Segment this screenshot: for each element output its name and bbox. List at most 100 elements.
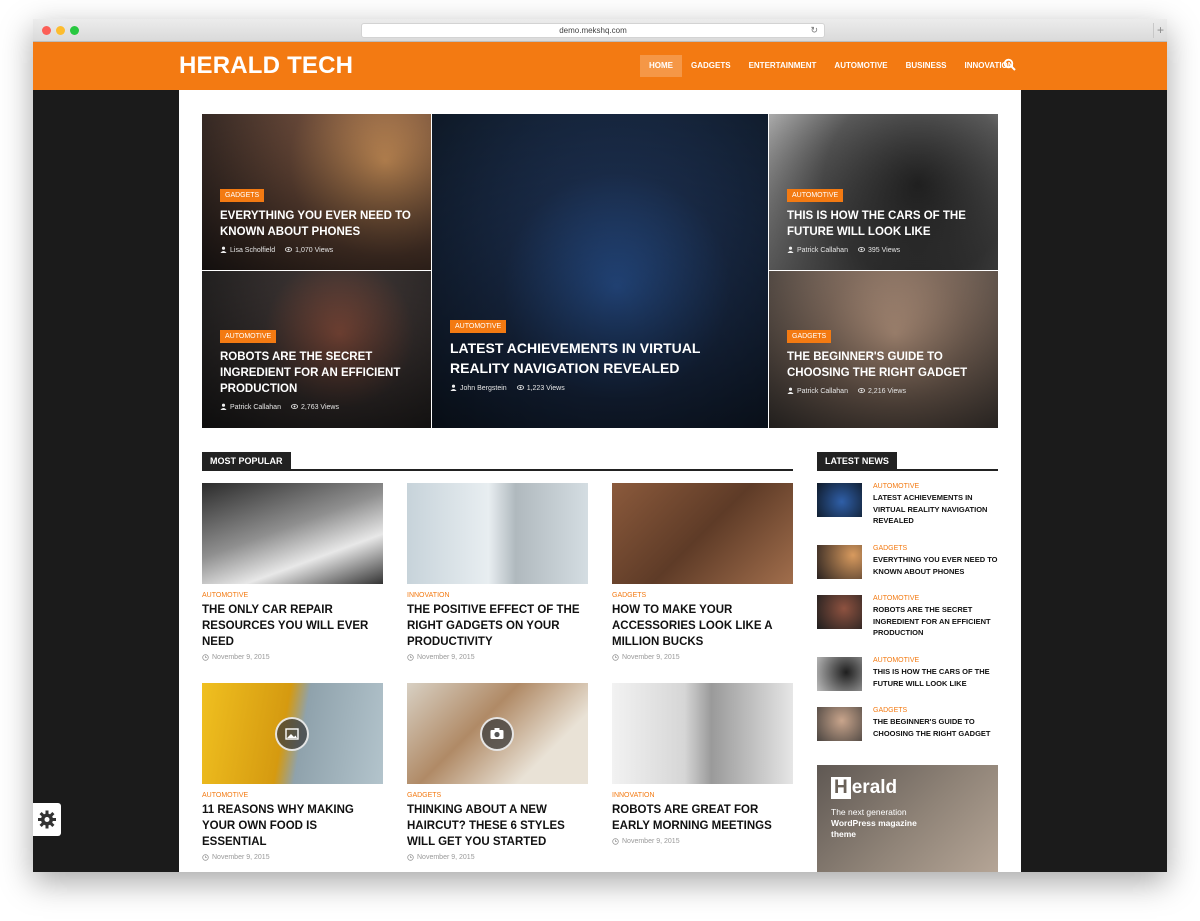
post-category[interactable]: INNOVATION — [407, 592, 588, 599]
post-title[interactable]: 11 REASONS WHY MAKING YOUR OWN FOOD IS E… — [202, 802, 383, 850]
post-title[interactable]: EVERYTHING YOU EVER NEED TO KNOWN ABOUT … — [220, 208, 417, 240]
post-meta: Patrick Callahan 2,216 Views — [787, 387, 984, 395]
news-thumbnail[interactable] — [817, 595, 862, 629]
post-category[interactable]: GADGETS — [612, 592, 793, 599]
post-author[interactable]: Patrick Callahan — [797, 388, 848, 395]
news-category[interactable]: GADGETS — [873, 707, 1005, 714]
post-views: 2,216 Views — [867, 388, 906, 395]
nav-entertainment[interactable]: ENTERTAINMENT — [740, 55, 826, 77]
category-badge[interactable]: GADGETS — [787, 330, 832, 343]
eye-icon — [857, 247, 865, 252]
latest-news-item[interactable]: AUTOMOTIVE THIS IS HOW THE CARS OF THE F… — [817, 657, 1003, 697]
settings-toggle[interactable] — [33, 803, 61, 836]
post-thumbnail[interactable] — [612, 483, 793, 584]
site-logo[interactable]: HERALD TECH — [179, 52, 353, 80]
post-title[interactable]: THE POSITIVE EFFECT OF THE RIGHT GADGETS… — [407, 602, 588, 650]
news-category[interactable]: GADGETS — [873, 545, 1005, 552]
featured-post[interactable]: GADGETS EVERYTHING YOU EVER NEED TO KNOW… — [202, 114, 431, 270]
clock-icon — [612, 654, 619, 661]
news-thumbnail[interactable] — [817, 483, 862, 517]
category-badge[interactable]: AUTOMOTIVE — [220, 330, 277, 343]
search-icon[interactable] — [1003, 58, 1017, 72]
site-header: HERALD TECH HOME GADGETS ENTERTAINMENT A… — [33, 42, 1167, 90]
post-title[interactable]: THE BEGINNER'S GUIDE TO CHOOSING THE RIG… — [787, 349, 984, 381]
close-window-button[interactable] — [42, 26, 51, 35]
post-meta: Patrick Callahan 2,763 Views — [220, 403, 417, 411]
news-category[interactable]: AUTOMOTIVE — [873, 483, 1005, 490]
new-tab-button[interactable]: + — [1153, 23, 1167, 38]
latest-news-item[interactable]: GADGETS EVERYTHING YOU EVER NEED TO KNOW… — [817, 545, 1003, 585]
news-title[interactable]: EVERYTHING YOU EVER NEED TO KNOWN ABOUT … — [873, 554, 1005, 577]
post-date: November 9, 2015 — [622, 838, 680, 845]
featured-post[interactable]: GADGETS THE BEGINNER'S GUIDE TO CHOOSING… — [769, 271, 998, 428]
post-views: 395 Views — [867, 247, 901, 254]
main-menu: HOME GADGETS ENTERTAINMENT AUTOMOTIVE BU… — [640, 55, 1023, 77]
eye-icon — [516, 385, 524, 390]
post-title[interactable]: THIS IS HOW THE CARS OF THE FUTURE WILL … — [787, 208, 984, 240]
post-title[interactable]: ROBOTS ARE THE SECRET INGREDIENT FOR AN … — [220, 349, 417, 397]
ad-logo-mark: H — [831, 777, 851, 799]
post-title[interactable]: ROBOTS ARE GREAT FOR EARLY MORNING MEETI… — [612, 802, 793, 834]
post-card[interactable]: AUTOMOTIVE THE ONLY CAR REPAIR RESOURCES… — [202, 483, 383, 661]
post-card[interactable]: GADGETS THINKING ABOUT A NEW HAIRCUT? TH… — [407, 683, 588, 861]
address-bar-url: demo.mekshq.com — [559, 26, 627, 35]
featured-post-main[interactable]: AUTOMOTIVE LATEST ACHIEVEMENTS IN VIRTUA… — [432, 114, 768, 428]
post-thumbnail[interactable] — [407, 683, 588, 784]
nav-business[interactable]: BUSINESS — [897, 55, 956, 77]
post-thumbnail[interactable] — [407, 483, 588, 584]
latest-news-item[interactable]: AUTOMOTIVE ROBOTS ARE THE SECRET INGREDI… — [817, 595, 1005, 637]
post-title[interactable]: HOW TO MAKE YOUR ACCESSORIES LOOK LIKE A… — [612, 602, 793, 650]
section-title: LATEST NEWS — [817, 452, 897, 470]
news-title[interactable]: LATEST ACHIEVEMENTS IN VIRTUAL REALITY N… — [873, 492, 1005, 527]
post-author[interactable]: Patrick Callahan — [230, 404, 281, 411]
minimize-window-button[interactable] — [56, 26, 65, 35]
user-icon — [220, 246, 227, 253]
post-card[interactable]: INNOVATION ROBOTS ARE GREAT FOR EARLY MO… — [612, 683, 793, 845]
post-author[interactable]: Lisa Scholfield — [230, 247, 275, 254]
reload-icon[interactable]: ↻ — [810, 24, 818, 37]
nav-automotive[interactable]: AUTOMOTIVE — [825, 55, 896, 77]
news-title[interactable]: ROBOTS ARE THE SECRET INGREDIENT FOR AN … — [873, 604, 1005, 639]
post-thumbnail[interactable] — [612, 683, 793, 784]
post-title[interactable]: THE ONLY CAR REPAIR RESOURCES YOU WILL E… — [202, 602, 383, 650]
maximize-window-button[interactable] — [70, 26, 79, 35]
news-category[interactable]: AUTOMOTIVE — [873, 595, 1005, 602]
post-meta: Patrick Callahan 395 Views — [787, 246, 984, 254]
post-card[interactable]: AUTOMOTIVE 11 REASONS WHY MAKING YOUR OW… — [202, 683, 383, 861]
ad-tagline-bold: WordPress magazine theme — [831, 818, 917, 839]
post-author[interactable]: John Bergstein — [460, 385, 507, 392]
post-category[interactable]: INNOVATION — [612, 792, 793, 799]
category-badge[interactable]: GADGETS — [220, 189, 265, 202]
herald-ad-banner[interactable]: Herald The next generation WordPress mag… — [817, 765, 998, 872]
post-title[interactable]: THINKING ABOUT A NEW HAIRCUT? THESE 6 ST… — [407, 802, 588, 850]
featured-post[interactable]: AUTOMOTIVE ROBOTS ARE THE SECRET INGREDI… — [202, 271, 431, 428]
latest-news-item[interactable]: AUTOMOTIVE LATEST ACHIEVEMENTS IN VIRTUA… — [817, 483, 1005, 525]
post-category[interactable]: GADGETS — [407, 792, 588, 799]
news-thumbnail[interactable] — [817, 545, 862, 579]
clock-icon — [202, 854, 209, 861]
news-title[interactable]: THIS IS HOW THE CARS OF THE FUTURE WILL … — [873, 666, 1005, 689]
news-thumbnail[interactable] — [817, 707, 862, 741]
post-title[interactable]: LATEST ACHIEVEMENTS IN VIRTUAL REALITY N… — [450, 339, 754, 378]
address-bar[interactable]: demo.mekshq.com ↻ — [361, 23, 825, 38]
post-card[interactable]: INNOVATION THE POSITIVE EFFECT OF THE RI… — [407, 483, 588, 661]
latest-news-item[interactable]: GADGETS THE BEGINNER'S GUIDE TO CHOOSING… — [817, 707, 1003, 747]
post-thumbnail[interactable] — [202, 483, 383, 584]
news-category[interactable]: AUTOMOTIVE — [873, 657, 1005, 664]
category-badge[interactable]: AUTOMOTIVE — [450, 320, 507, 333]
post-date: November 9, 2015 — [212, 654, 270, 661]
post-card[interactable]: GADGETS HOW TO MAKE YOUR ACCESSORIES LOO… — [612, 483, 793, 661]
news-title[interactable]: THE BEGINNER'S GUIDE TO CHOOSING THE RIG… — [873, 716, 1005, 739]
post-thumbnail[interactable] — [202, 683, 383, 784]
nav-home[interactable]: HOME — [640, 55, 682, 77]
news-thumbnail[interactable] — [817, 657, 862, 691]
nav-gadgets[interactable]: GADGETS — [682, 55, 740, 77]
featured-post[interactable]: AUTOMOTIVE THIS IS HOW THE CARS OF THE F… — [769, 114, 998, 270]
post-category[interactable]: AUTOMOTIVE — [202, 792, 383, 799]
gear-icon — [38, 810, 56, 829]
post-category[interactable]: AUTOMOTIVE — [202, 592, 383, 599]
category-badge[interactable]: AUTOMOTIVE — [787, 189, 844, 202]
post-author[interactable]: Patrick Callahan — [797, 247, 848, 254]
post-meta: Lisa Scholfield 1,070 Views — [220, 246, 417, 254]
post-date: November 9, 2015 — [417, 654, 475, 661]
